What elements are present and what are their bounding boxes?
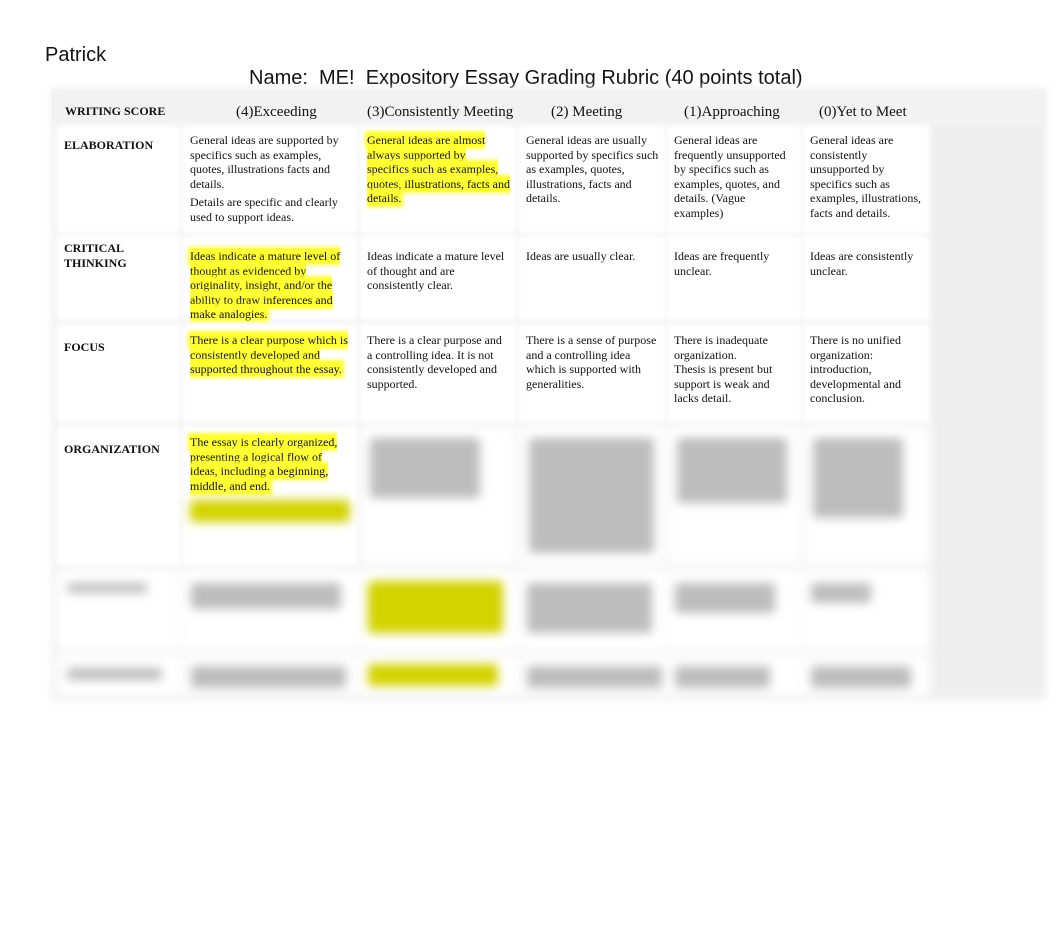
rubric-cell: General ideas are supported by specifics… [190,133,339,224]
document-title: Name: ME! Expository Essay Grading Rubri… [249,67,803,89]
rubric-cell-highlighted: The essay is clearly organized, presenti… [190,435,338,493]
rubric-row-redacted [52,571,932,649]
student-name: Patrick [45,44,107,66]
column-header: (3)Consistently Meeting [367,104,514,120]
row-label: ELABORATION [64,138,154,152]
rubric-row-redacted [52,656,932,694]
redacted-cell [805,428,927,563]
rubric-cell: Ideas are frequently unclear. [674,249,770,278]
rubric-cell: There is a clear purpose and a controlli… [367,333,502,391]
rubric-cell: There is inadequate organization. Thesis … [674,333,773,405]
rubric-cell-highlighted: There is a clear purpose which is consis… [190,333,348,376]
row-label: FOCUS [64,340,105,354]
rubric-row-focus: FOCUS There is a clear purpose which is … [52,326,932,420]
rubric-cell: There is no unified organization: introd… [810,333,901,405]
rubric-header-row: WRITING SCORE (4)Exceeding (3)Consistent… [52,92,1046,126]
column-header: (0)Yet to Meet [819,104,907,120]
rubric-row-elaboration: ELABORATION General ideas are supported … [52,128,932,231]
rubric-cell: There is a sense of purpose and a contro… [526,333,657,391]
row-label: CRITICAL THINKING [64,241,127,270]
rubric-table: WRITING SCORE (4)Exceeding (3)Consistent… [52,88,1046,700]
redacted-cell [521,428,663,563]
rubric-cell: General ideas are frequently unsupported… [674,133,786,220]
rubric-cell-highlighted: Ideas indicate a mature level of thought… [190,249,341,321]
rubric-cell: Ideas are usually clear. [526,249,636,263]
rubric-cell: Ideas are consistently unclear. [810,249,914,278]
rubric-cell-highlighted: General ideas are almost always supporte… [367,133,510,205]
column-header: (4)Exceeding [236,104,317,120]
corner-label: WRITING SCORE [65,104,166,118]
column-header: (1)Approaching [684,104,780,120]
rubric-cell: Ideas indicate a mature level of thought… [367,249,505,292]
row-label: ORGANIZATION [64,442,160,456]
rubric-cell: General ideas are consistently unsupport… [810,133,921,220]
redacted-cell [669,428,799,563]
rubric-row-critical-thinking: CRITICAL THINKING Ideas indicate a matur… [52,238,932,321]
redacted-cell [362,428,514,563]
rubric-cell: General ideas are usually supported by s… [526,133,659,205]
rubric-row-organization: ORGANIZATION The essay is clearly organi… [52,428,932,563]
column-header: (2) Meeting [551,104,623,120]
